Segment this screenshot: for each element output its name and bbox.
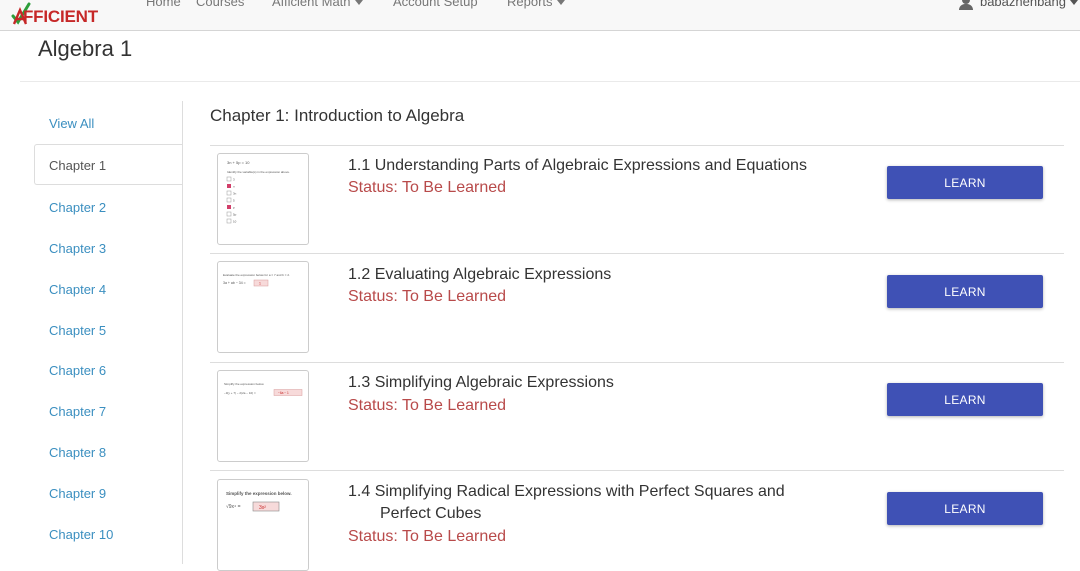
user-icon [958, 0, 974, 10]
nav-afficient-math[interactable]: Afficient Math [272, 0, 363, 9]
thumb-answer: −6a − 1 [278, 391, 289, 395]
thumb-expression: √9x⁴ = [226, 503, 241, 510]
row-divider [210, 253, 1064, 254]
user-menu[interactable]: babazhenbang [958, 0, 1078, 10]
sidebar-item-chapter-5[interactable]: Chapter 5 [49, 323, 106, 338]
nav-courses[interactable]: Courses [196, 0, 244, 9]
user-name: babazhenbang [979, 0, 1066, 9]
thumb-expression: −3(y + 7) − 2(2a − 10) = [224, 391, 256, 395]
lesson-status: Status: To Be Learned [348, 528, 507, 545]
thumb-answer: 3x² [259, 505, 266, 511]
thumb-answer: 1 [259, 282, 261, 286]
thumb-equation: 3n + 5p = 10 [227, 160, 250, 165]
chevron-down-icon [1070, 0, 1078, 6]
sidebar-divider [182, 101, 183, 564]
divider [20, 81, 1080, 82]
thumb-expression: 3a + ab − 34 = [223, 281, 246, 285]
sidebar-item-chapter-6[interactable]: Chapter 6 [49, 363, 106, 378]
lesson-thumbnail[interactable]: 3n + 5p = 10 Identify the variable(s) in… [217, 153, 309, 245]
thumb-prompt: Simplify the expression below. [224, 382, 264, 386]
thumb-option: 5p [233, 213, 237, 217]
thumbnail-preview: 3n + 5p = 10 Identify the variable(s) in… [226, 160, 290, 224]
lesson-title[interactable]: 1.2 Evaluating Algebraic Expressions [348, 264, 611, 286]
lesson-thumbnail[interactable]: Simplify the expression below. −3(y + 7)… [217, 370, 309, 462]
learn-button[interactable]: LEARN [887, 383, 1043, 416]
page-title: Algebra 1 [38, 36, 133, 61]
sidebar-item-label: Chapter 1 [49, 158, 107, 173]
lesson-title-line-1: 1.4 Simplifying Radical Expressions with… [348, 483, 785, 500]
learn-button[interactable]: LEARN [887, 275, 1043, 308]
lesson-thumbnail[interactable]: Evaluate the expression below for a = 7 … [217, 261, 309, 353]
thumb-option: 3 [233, 178, 235, 182]
row-divider [210, 470, 1064, 471]
thumbnail-preview: Evaluate the expression below for a = 7 … [223, 273, 290, 287]
thumbnail-preview: Simplify the expression below. √9x⁴ = 3x… [226, 491, 292, 512]
chevron-down-icon [556, 0, 565, 6]
thumb-prompt: Evaluate the expression below for a = 7 … [223, 273, 290, 277]
lesson-title[interactable]: 1.3 Simplifying Algebraic Expressions [348, 372, 614, 394]
row-divider [210, 145, 1064, 146]
thumb-option: p [233, 206, 235, 210]
sidebar-item-chapter-3[interactable]: Chapter 3 [49, 241, 106, 256]
sidebar-item-view-all[interactable]: View All [49, 116, 94, 131]
lesson-status: Status: To Be Learned [348, 397, 507, 414]
thumbnail-preview: Simplify the expression below. −3(y + 7)… [224, 382, 303, 396]
nav-home[interactable]: Home [146, 0, 181, 9]
chapter-title: Chapter 1: Introduction to Algebra [210, 106, 465, 125]
lesson-thumbnail[interactable]: Simplify the expression below. √9x⁴ = 3x… [217, 479, 309, 571]
lesson-status: Status: To Be Learned [348, 179, 507, 196]
sidebar-item-chapter-1[interactable]: Chapter 1 [34, 144, 183, 185]
navbar: FFICIENT Home Courses Afficient Math Acc… [0, 0, 1080, 31]
nav-reports[interactable]: Reports [507, 0, 565, 9]
sidebar-item-chapter-8[interactable]: Chapter 8 [49, 445, 106, 460]
lesson-title[interactable]: 1.4 Simplifying Radical Expressions with… [348, 481, 785, 525]
sidebar-item-chapter-9[interactable]: Chapter 9 [49, 486, 106, 501]
logo-text: FFICIENT [23, 7, 98, 26]
thumb-option: n [233, 185, 235, 189]
lesson-status: Status: To Be Learned [348, 288, 507, 305]
sidebar-item-chapter-4[interactable]: Chapter 4 [49, 282, 106, 297]
sidebar-item-chapter-7[interactable]: Chapter 7 [49, 404, 106, 419]
sidebar-item-chapter-10[interactable]: Chapter 10 [49, 527, 113, 542]
learn-button[interactable]: LEARN [887, 492, 1043, 525]
nav-afficient-math-label: Afficient Math [272, 0, 351, 9]
thumb-prompt: Identify the variable(s) in the expressi… [227, 170, 290, 174]
afficient-logo[interactable]: FFICIENT [11, 2, 111, 26]
sidebar-item-chapter-2[interactable]: Chapter 2 [49, 200, 106, 215]
learn-button[interactable]: LEARN [887, 166, 1043, 199]
thumb-option: 5 [233, 199, 235, 203]
lesson-title-line-2: Perfect Cubes [380, 505, 482, 522]
thumb-option: 3n [233, 192, 237, 196]
nav-reports-label: Reports [507, 0, 553, 9]
thumb-option: 10 [233, 220, 237, 224]
row-divider [210, 362, 1064, 363]
thumb-prompt: Simplify the expression below. [226, 491, 292, 496]
lesson-title[interactable]: 1.1 Understanding Parts of Algebraic Exp… [348, 155, 807, 177]
chevron-down-icon [354, 0, 363, 6]
nav-account-setup[interactable]: Account Setup [393, 0, 478, 9]
